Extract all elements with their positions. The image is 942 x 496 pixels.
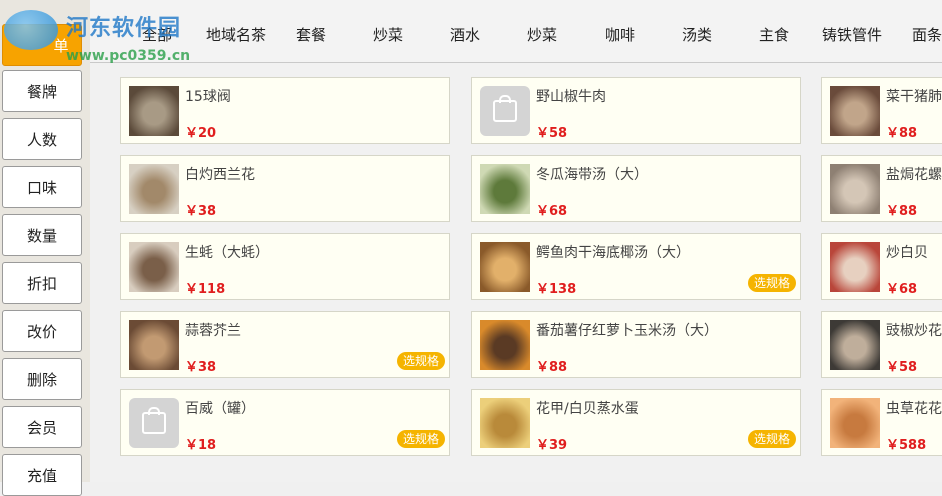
dish-card[interactable]: 野山椒牛肉 ￥58: [471, 77, 801, 144]
change-price-button[interactable]: 改价: [2, 310, 82, 352]
flavor-label: 口味: [26, 178, 57, 197]
dish-name: 生蚝（大蚝）: [185, 245, 269, 261]
dish-name: 花甲/白贝蒸水蛋: [536, 401, 639, 417]
placeholder-bag-icon: [480, 86, 530, 136]
tab-coffee[interactable]: 咖啡: [605, 24, 635, 45]
dish-grid: 15球阀 ￥20 野山椒牛肉 ￥58 菜干猪肺 ￥88 白灼西兰花 ￥38 冬瓜海带汤（大） ￥6…: [90, 63, 942, 482]
placeholder-bag-icon: [129, 398, 179, 448]
dish-name: 盐焗花螺: [886, 167, 942, 183]
dish-card[interactable]: 白灼西兰花 ￥38: [120, 155, 450, 222]
flavor-button[interactable]: 口味: [2, 166, 82, 208]
dish-name: 蒜蓉芥兰: [185, 323, 241, 339]
dish-photo: [830, 320, 880, 370]
dish-price: ￥88: [536, 360, 568, 375]
dish-name: 冬瓜海带汤（大）: [536, 167, 648, 183]
delete-label: 删除: [26, 370, 57, 389]
dish-price: ￥39: [536, 438, 568, 453]
select-spec-button[interactable]: 选规格: [747, 274, 796, 292]
tab-stir-fry-2[interactable]: 炒菜: [527, 24, 557, 45]
dish-photo: [830, 86, 880, 136]
dish-photo: [480, 320, 530, 370]
dish-card[interactable]: 盐焗花螺 ￥88: [821, 155, 942, 222]
dish-name: 虫草花花: [886, 401, 942, 417]
menu-card-label: 餐牌: [26, 82, 57, 101]
dish-price: ￥118: [185, 282, 226, 297]
dish-photo: [129, 320, 179, 370]
select-spec-button[interactable]: 选规格: [396, 430, 445, 448]
tab-drinks[interactable]: 酒水: [450, 24, 480, 45]
tab-cast-iron-fittings[interactable]: 铸铁管件: [822, 24, 882, 45]
dish-name: 百威（罐）: [185, 401, 255, 417]
dish-card[interactable]: 冬瓜海带汤（大） ￥68: [471, 155, 801, 222]
dish-price: ￥38: [185, 204, 217, 219]
recharge-button[interactable]: 充值: [2, 454, 82, 496]
tab-set-meal[interactable]: 套餐: [296, 24, 326, 45]
order-button[interactable]: 单: [2, 24, 82, 66]
dish-photo: [480, 164, 530, 214]
delete-button[interactable]: 删除: [2, 358, 82, 400]
dish-card[interactable]: 炒白贝 ￥68: [821, 233, 942, 300]
discount-button[interactable]: 折扣: [2, 262, 82, 304]
function-sidebar: 单 餐牌 人数 口味 数量 折扣 改价 删除 会员 充值: [0, 0, 91, 496]
quantity-label: 数量: [26, 226, 57, 245]
dish-card[interactable]: 蒜蓉芥兰 ￥38 选规格: [120, 311, 450, 378]
dish-price: ￥20: [185, 126, 217, 141]
dish-card[interactable]: 菜干猪肺 ￥88: [821, 77, 942, 144]
dish-name: 番茄薯仔红萝卜玉米汤（大）: [536, 323, 718, 339]
guest-count-label: 人数: [26, 130, 57, 149]
dish-name: 菜干猪肺: [886, 89, 942, 105]
tab-staple[interactable]: 主食: [759, 24, 789, 45]
dish-name: 豉椒炒花: [886, 323, 942, 339]
order-button-label: 单: [53, 36, 69, 55]
dish-card[interactable]: 15球阀 ￥20: [120, 77, 450, 144]
dish-price: ￥68: [886, 282, 918, 297]
menu-card-button[interactable]: 餐牌: [2, 70, 82, 112]
dish-price: ￥138: [536, 282, 577, 297]
dish-photo: [830, 398, 880, 448]
dish-photo: [480, 242, 530, 292]
dish-card[interactable]: 豉椒炒花 ￥58: [821, 311, 942, 378]
recharge-label: 充值: [26, 466, 57, 485]
dish-photo: [129, 164, 179, 214]
tab-stir-fry[interactable]: 炒菜: [373, 24, 403, 45]
dish-card[interactable]: 百威（罐） ￥18 选规格: [120, 389, 450, 456]
dish-name: 15球阀: [185, 89, 231, 105]
select-spec-button[interactable]: 选规格: [396, 352, 445, 370]
discount-label: 折扣: [26, 274, 57, 293]
tab-regional-tea[interactable]: 地域名茶: [206, 24, 266, 45]
guest-count-button[interactable]: 人数: [2, 118, 82, 160]
member-label: 会员: [26, 418, 57, 437]
change-price-label: 改价: [26, 322, 57, 341]
category-tab-bar: 全部 地域名茶 套餐 炒菜 酒水 炒菜 咖啡 汤类 主食 铸铁管件 面条: [90, 0, 942, 64]
dish-name: 鳄鱼肉干海底椰汤（大）: [536, 245, 690, 261]
dish-name: 野山椒牛肉: [536, 89, 606, 105]
dish-name: 白灼西兰花: [185, 167, 255, 183]
dish-price: ￥18: [185, 438, 217, 453]
dish-price: ￥38: [185, 360, 217, 375]
dish-photo: [129, 242, 179, 292]
dish-price: ￥588: [886, 438, 927, 453]
dish-photo: [830, 242, 880, 292]
tab-noodles[interactable]: 面条: [912, 24, 942, 45]
dish-price: ￥88: [886, 204, 918, 219]
dish-photo: [480, 398, 530, 448]
dish-photo: [830, 164, 880, 214]
dish-card[interactable]: 番茄薯仔红萝卜玉米汤（大） ￥88: [471, 311, 801, 378]
dish-price: ￥68: [536, 204, 568, 219]
tab-all[interactable]: 全部: [142, 24, 172, 45]
dish-card[interactable]: 虫草花花 ￥588: [821, 389, 942, 456]
dish-photo: [129, 86, 179, 136]
dish-card[interactable]: 鳄鱼肉干海底椰汤（大） ￥138 选规格: [471, 233, 801, 300]
quantity-button[interactable]: 数量: [2, 214, 82, 256]
dish-card[interactable]: 生蚝（大蚝） ￥118: [120, 233, 450, 300]
tab-soup[interactable]: 汤类: [682, 24, 712, 45]
dish-price: ￥58: [536, 126, 568, 141]
dish-price: ￥88: [886, 126, 918, 141]
dish-price: ￥58: [886, 360, 918, 375]
select-spec-button[interactable]: 选规格: [747, 430, 796, 448]
dish-name: 炒白贝: [886, 245, 928, 261]
member-button[interactable]: 会员: [2, 406, 82, 448]
dish-card[interactable]: 花甲/白贝蒸水蛋 ￥39 选规格: [471, 389, 801, 456]
